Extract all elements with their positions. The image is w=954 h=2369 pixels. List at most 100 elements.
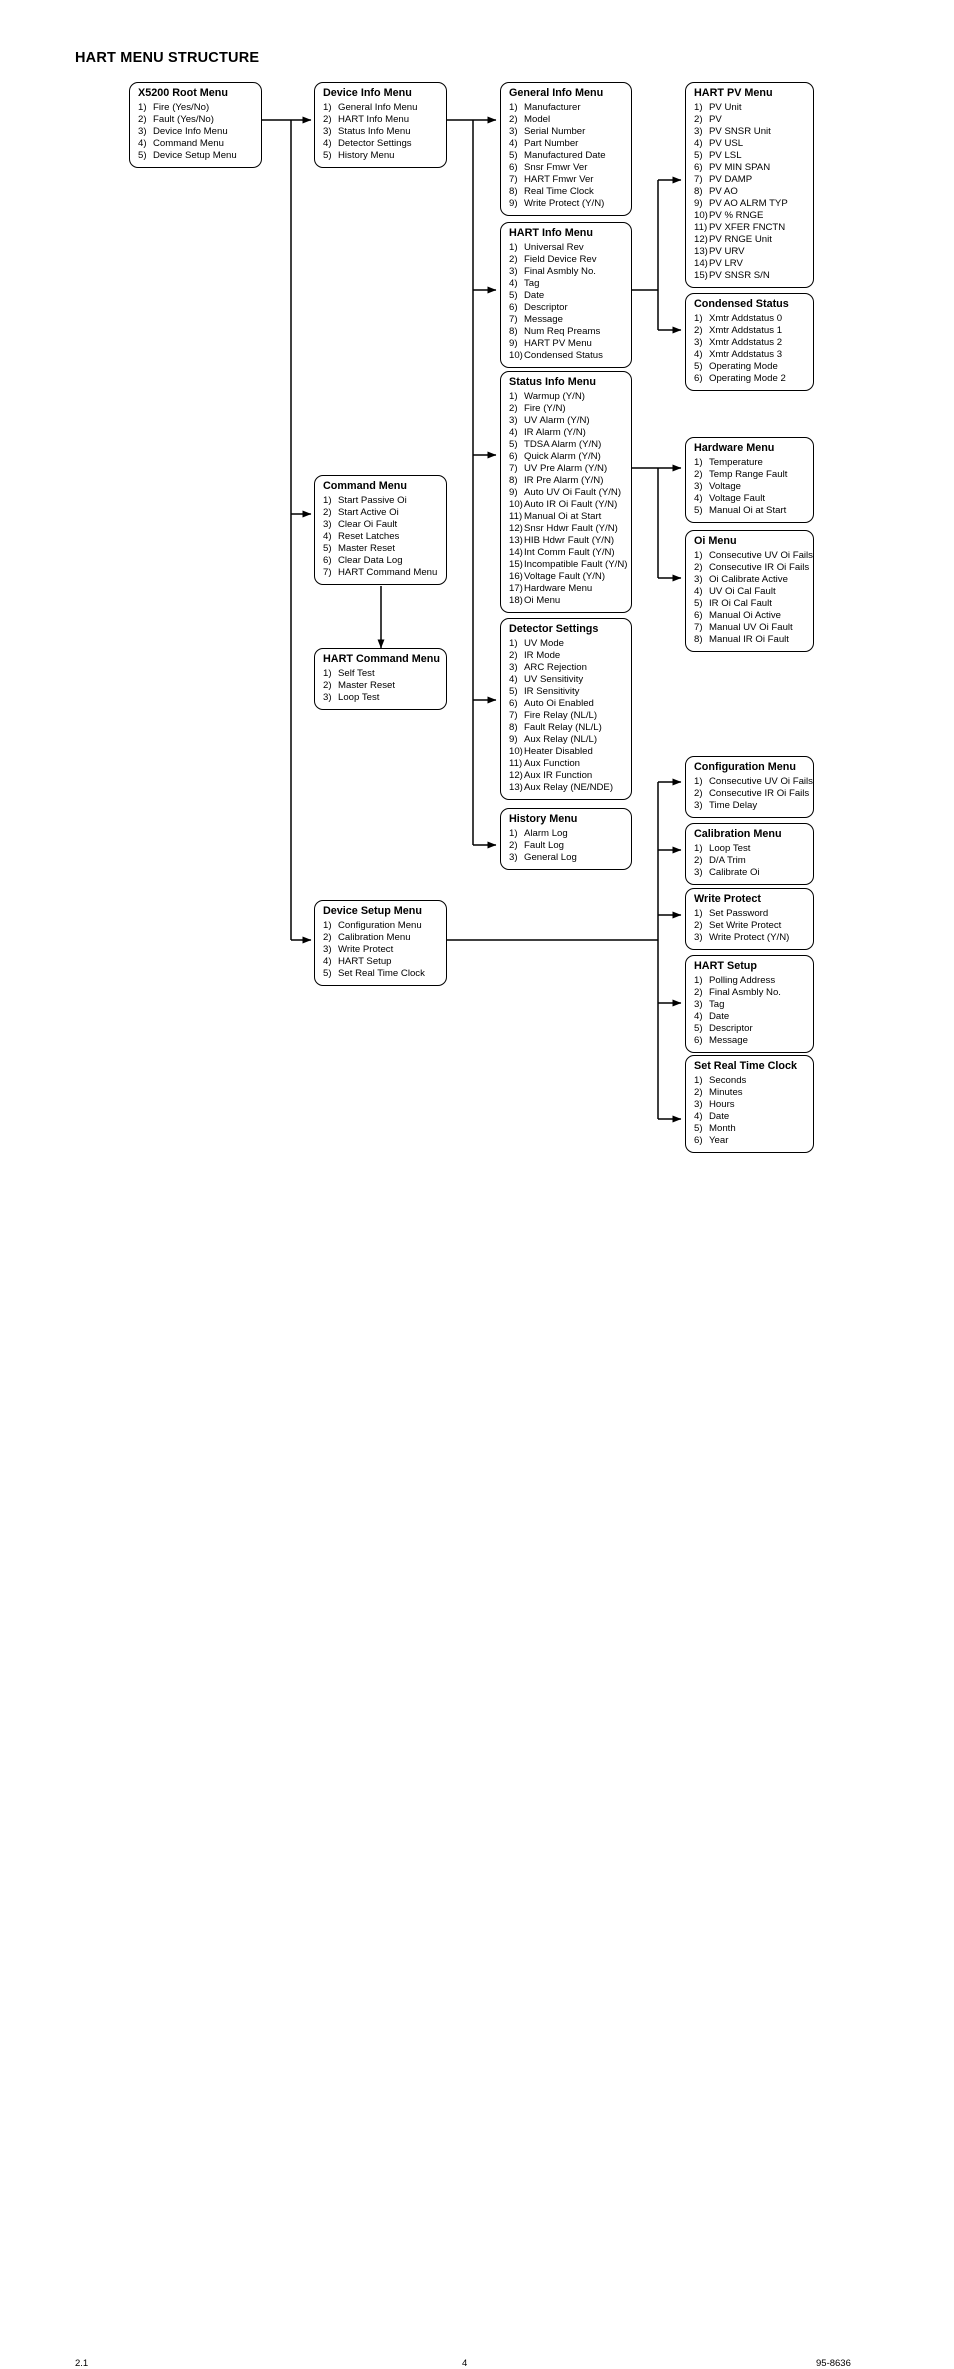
node-set-real-time-clock[interactable]: Set Real Time Clock 1) Seconds 2) Minutes …: [685, 1055, 814, 1153]
list-item[interactable]: 8) PV AO: [694, 186, 805, 198]
node-root[interactable]: X5200 Root Menu 1) Fire (Yes/No) 2) Fault …: [129, 82, 262, 168]
list-item[interactable]: 18) Oi Menu: [509, 595, 623, 607]
list-item[interactable]: 1) Loop Test: [694, 843, 805, 855]
list-item[interactable]: 7) UV Pre Alarm (Y/N): [509, 463, 623, 475]
list-item[interactable]: 7) Message: [509, 314, 623, 326]
list-item[interactable]: 5) IR Sensitivity: [509, 686, 623, 698]
list-item[interactable]: 2) Master Reset: [323, 680, 438, 692]
list-item[interactable]: 13) PV URV: [694, 246, 805, 258]
list-item[interactable]: 4) HART Setup: [323, 956, 438, 968]
node-hart-command[interactable]: HART Command Menu 1) Self Test 2) Master R…: [314, 648, 447, 710]
list-item[interactable]: 3) Loop Test: [323, 692, 438, 704]
list-item[interactable]: 1) Start Passive Oi: [323, 495, 438, 507]
list-item[interactable]: 3) Calibrate Oi: [694, 867, 805, 879]
list-item[interactable]: 4) IR Alarm (Y/N): [509, 427, 623, 439]
list-item[interactable]: 1) Temperature: [694, 457, 805, 469]
list-item[interactable]: 1) Seconds: [694, 1075, 805, 1087]
list-item[interactable]: 3) PV SNSR Unit: [694, 126, 805, 138]
list-item[interactable]: 1) Polling Address: [694, 975, 805, 987]
node-write-protect[interactable]: Write Protect 1) Set Password 2) Set Write…: [685, 888, 814, 950]
list-item[interactable]: 10) PV % RNGE: [694, 210, 805, 222]
list-item[interactable]: 2) Fault (Yes/No): [138, 114, 253, 126]
list-item[interactable]: 4) UV Oi Cal Fault: [694, 586, 805, 598]
node-detector-settings[interactable]: Detector Settings 1) UV Mode 2) IR Mode 3)…: [500, 618, 632, 801]
list-item[interactable]: 7) Fire Relay (NL/L): [509, 710, 623, 722]
list-item[interactable]: 1) Set Password: [694, 908, 805, 920]
list-item[interactable]: 16) Voltage Fault (Y/N): [509, 571, 623, 583]
list-item[interactable]: 5) Device Setup Menu: [138, 150, 253, 162]
list-item[interactable]: 4) Part Number: [509, 138, 623, 150]
list-item[interactable]: 17) Hardware Menu: [509, 583, 623, 595]
node-device-info[interactable]: Device Info Menu 1) General Info Menu 2) H…: [314, 82, 447, 168]
list-item[interactable]: 13) HIB Hdwr Fault (Y/N): [509, 535, 623, 547]
list-item[interactable]: 3) Oi Calibrate Active: [694, 574, 805, 586]
list-item[interactable]: 3) Hours: [694, 1099, 805, 1111]
list-item[interactable]: 7) PV DAMP: [694, 174, 805, 186]
list-item[interactable]: 1) Consecutive UV Oi Fails: [694, 776, 813, 788]
list-item[interactable]: 2) Minutes: [694, 1087, 805, 1099]
list-item[interactable]: 5) Month: [694, 1123, 805, 1135]
node-history[interactable]: History Menu 1) Alarm Log 2) Fault Log 3) G…: [500, 808, 632, 870]
list-item[interactable]: 2) IR Mode: [509, 650, 623, 662]
list-item[interactable]: 6) Auto Oi Enabled: [509, 698, 623, 710]
list-item[interactable]: 11) Aux Function: [509, 758, 623, 770]
list-item[interactable]: 5) Manufactured Date: [509, 150, 623, 162]
node-hart-info[interactable]: HART Info Menu 1) Universal Rev 2) Field D…: [500, 222, 632, 368]
list-item[interactable]: 3) Time Delay: [694, 800, 805, 812]
list-item[interactable]: 2) Temp Range Fault: [694, 469, 805, 481]
list-item[interactable]: 5) History Menu: [323, 150, 438, 162]
list-item[interactable]: 2) Field Device Rev: [509, 254, 623, 266]
list-item[interactable]: 14) PV LRV: [694, 258, 805, 270]
list-item[interactable]: 6) Manual Oi Active: [694, 610, 805, 622]
list-item[interactable]: 13) Aux Relay (NE/NDE): [509, 782, 623, 794]
list-item[interactable]: 2) Calibration Menu: [323, 932, 438, 944]
list-item[interactable]: 1) Universal Rev: [509, 242, 623, 254]
list-item[interactable]: 1) Configuration Menu: [323, 920, 438, 932]
list-item[interactable]: 3) Serial Number: [509, 126, 623, 138]
list-item[interactable]: 4) PV USL: [694, 138, 805, 150]
list-item[interactable]: 2) HART Info Menu: [323, 114, 438, 126]
node-command[interactable]: Command Menu 1) Start Passive Oi 2) Start …: [314, 475, 447, 585]
list-item[interactable]: 5) Operating Mode: [694, 361, 805, 373]
list-item[interactable]: 11) PV XFER FNCTN: [694, 222, 805, 234]
list-item[interactable]: 4) Detector Settings: [323, 138, 438, 150]
list-item[interactable]: 2) Model: [509, 114, 623, 126]
list-item[interactable]: 5) Set Real Time Clock: [323, 968, 438, 980]
list-item[interactable]: 5) PV LSL: [694, 150, 805, 162]
list-item[interactable]: 3) Status Info Menu: [323, 126, 438, 138]
list-item[interactable]: 2) Fault Log: [509, 840, 623, 852]
list-item[interactable]: 2) Final Asmbly No.: [694, 987, 805, 999]
list-item[interactable]: 12) Aux IR Function: [509, 770, 623, 782]
list-item[interactable]: 9) HART PV Menu: [509, 338, 623, 350]
list-item[interactable]: 3) Write Protect (Y/N): [694, 932, 805, 944]
list-item[interactable]: 1) Alarm Log: [509, 828, 623, 840]
list-item[interactable]: 5) IR Oi Cal Fault: [694, 598, 805, 610]
list-item[interactable]: 4) Xmtr Addstatus 3: [694, 349, 805, 361]
list-item[interactable]: 2) Xmtr Addstatus 1: [694, 325, 805, 337]
node-condensed-status[interactable]: Condensed Status 1) Xmtr Addstatus 0 2) Xm…: [685, 293, 814, 391]
list-item[interactable]: 8) Manual IR Oi Fault: [694, 634, 805, 646]
list-item[interactable]: 1) Xmtr Addstatus 0: [694, 313, 805, 325]
node-general-info[interactable]: General Info Menu 1) Manufacturer 2) Model…: [500, 82, 632, 216]
list-item[interactable]: 3) Device Info Menu: [138, 126, 253, 138]
list-item[interactable]: 2) Fire (Y/N): [509, 403, 623, 415]
list-item[interactable]: 4) Tag: [509, 278, 623, 290]
list-item[interactable]: 6) Operating Mode 2: [694, 373, 805, 385]
list-item[interactable]: 6) Descriptor: [509, 302, 623, 314]
list-item[interactable]: 7) HART Command Menu: [323, 567, 438, 579]
list-item[interactable]: 1) Fire (Yes/No): [138, 102, 253, 114]
list-item[interactable]: 4) Voltage Fault: [694, 493, 805, 505]
list-item[interactable]: 1) Consecutive UV Oi Fails: [694, 550, 813, 562]
list-item[interactable]: 9) Write Protect (Y/N): [509, 198, 623, 210]
node-hardware[interactable]: Hardware Menu 1) Temperature 2) Temp Range…: [685, 437, 814, 523]
list-item[interactable]: 6) PV MIN SPAN: [694, 162, 805, 174]
list-item[interactable]: 12) Snsr Hdwr Fault (Y/N): [509, 523, 623, 535]
list-item[interactable]: 2) PV: [694, 114, 805, 126]
node-oi[interactable]: Oi Menu 1) Consecutive UV Oi Fails 2) Cons…: [685, 530, 814, 652]
list-item[interactable]: 2) Consecutive IR Oi Fails: [694, 562, 809, 574]
list-item[interactable]: 6) Snsr Fmwr Ver: [509, 162, 623, 174]
node-hart-pv[interactable]: HART PV Menu 1) PV Unit 2) PV 3) PV SNSR Un…: [685, 82, 814, 289]
list-item[interactable]: 3) Write Protect: [323, 944, 438, 956]
list-item[interactable]: 2) D/A Trim: [694, 855, 805, 867]
list-item[interactable]: 5) Master Reset: [323, 543, 438, 555]
